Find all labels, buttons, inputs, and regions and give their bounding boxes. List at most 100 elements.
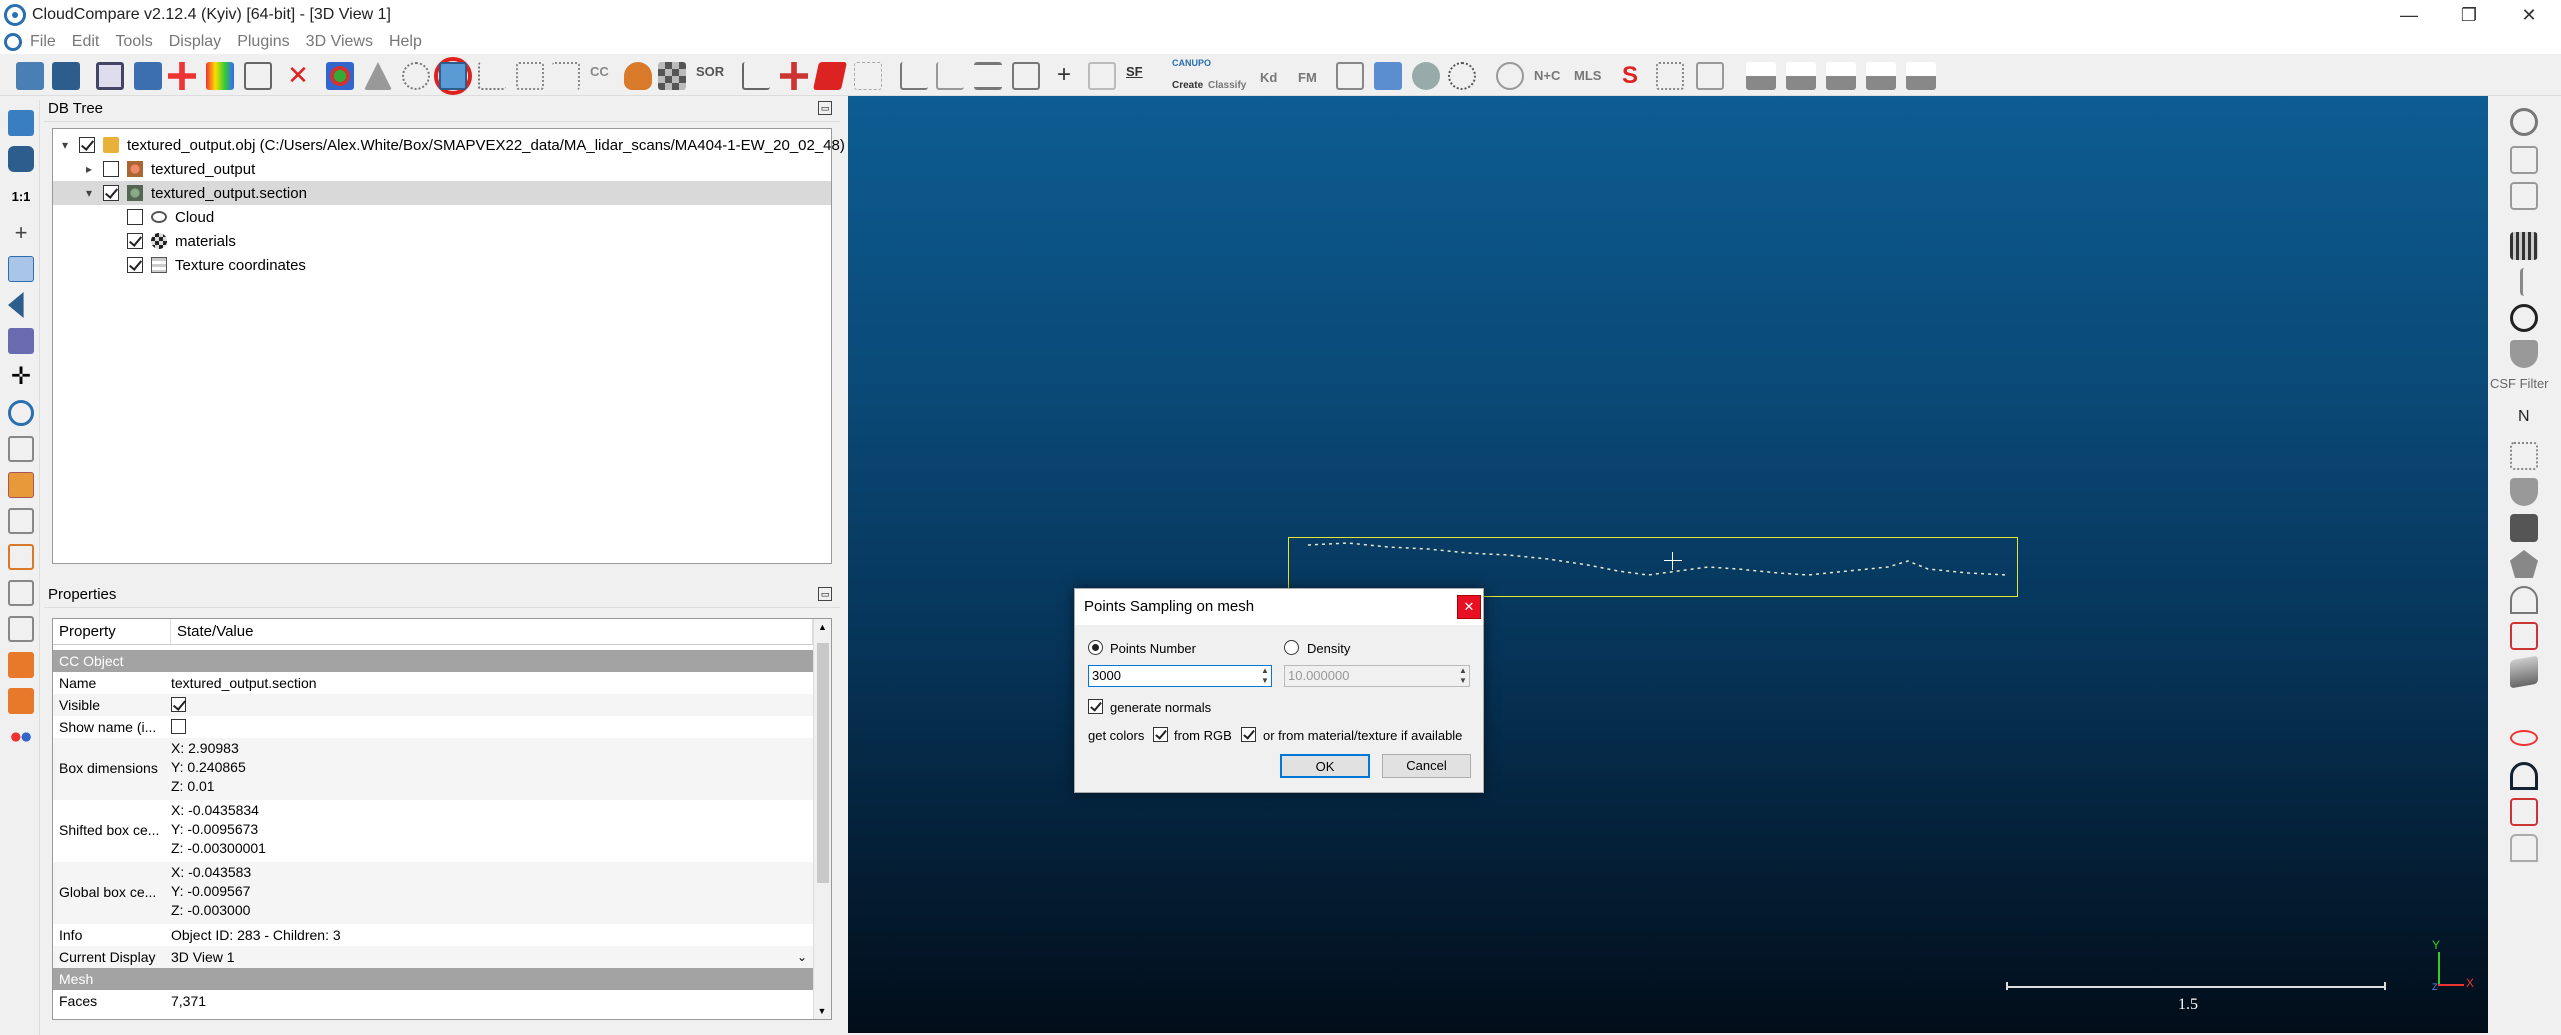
plot-icon[interactable] [936,62,964,90]
generate-normals-checkbox[interactable] [1088,699,1103,714]
sor-label[interactable]: SOR [696,64,724,79]
cloud-cloud-dist-icon[interactable] [552,62,580,90]
subsample-icon[interactable] [244,62,272,90]
view-back-icon[interactable] [8,544,34,570]
sf-label[interactable]: SF [1126,64,1143,79]
properties-scrollbar[interactable]: ▲ ▼ [813,619,831,1019]
plugin-icon-6[interactable] [2510,622,2538,650]
segment-icon[interactable] [742,62,770,90]
histogram-icon[interactable] [900,62,928,90]
move-icon[interactable]: ✛ [8,364,34,390]
cc-label[interactable]: CC [590,64,609,79]
tree-checkbox[interactable] [127,209,143,225]
merge-icon[interactable] [206,62,234,90]
expand-arrow-icon[interactable]: ▾ [83,187,95,199]
from-rgb-label[interactable]: from RGB [1174,728,1232,743]
float-panel-icon[interactable]: ▭ [818,587,832,601]
tree-item-cloud[interactable]: Cloud [127,205,214,229]
points-number-input[interactable]: 3000 ▲ ▼ [1088,665,1272,687]
sphere-icon[interactable] [1412,62,1440,90]
table-icon[interactable] [1012,62,1040,90]
expand-arrow-icon[interactable]: ▸ [83,163,95,175]
scrollbar-thumb[interactable] [817,643,829,883]
perspective-icon[interactable] [8,292,24,318]
show-name-checkbox[interactable] [171,719,186,734]
octree-icon[interactable] [402,62,430,90]
brush-icon[interactable] [2520,268,2530,296]
view-top-icon[interactable] [8,436,34,462]
filter-icon[interactable] [974,62,1002,90]
save-icon[interactable] [52,62,80,90]
auto-pivot-icon[interactable] [8,256,34,282]
camera-icon[interactable] [8,146,34,172]
open-icon[interactable] [16,62,44,90]
tree-checkbox[interactable] [79,137,95,153]
plugin-icon-1[interactable] [2510,146,2538,174]
s-dotted-icon[interactable] [1656,62,1684,90]
north-label[interactable]: N [2518,408,2530,426]
terrain-icon-1[interactable] [1746,62,1776,90]
menu-plugins[interactable]: Plugins [237,33,289,51]
csf-filter-label[interactable]: CSF Filter [2490,376,2549,391]
points-number-label[interactable]: Points Number [1110,641,1196,656]
tree-checkbox[interactable] [127,257,143,273]
menu-display[interactable]: Display [169,33,221,51]
center-icon[interactable]: + [8,220,34,246]
menu-file[interactable]: File [30,33,56,51]
list-icon[interactable] [134,62,162,90]
gear-icon[interactable] [1496,62,1524,90]
chevron-down-icon[interactable]: ⌄ [797,950,807,964]
plugin-icon-4[interactable] [2510,514,2538,542]
scroll-up-icon[interactable]: ▲ [814,619,831,635]
cloud-mesh-dist-icon[interactable] [516,62,544,90]
generate-normals-label[interactable]: generate normals [1110,700,1211,715]
view-right-icon[interactable] [8,580,34,606]
plugin-icon-8[interactable] [2510,834,2538,862]
mls-label[interactable]: MLS [1574,68,1601,83]
shield-icon[interactable] [2510,340,2538,368]
close-button[interactable]: ✕ [2500,0,2558,30]
tree-checkbox[interactable] [103,161,119,177]
canupo-classify-label[interactable]: Classify [1208,80,1246,91]
shield-icon-2[interactable] [2510,478,2538,506]
from-material-checkbox[interactable] [1241,727,1256,742]
tree-item-section[interactable]: ▾ textured_output.section [53,181,831,205]
density-label[interactable]: Density [1307,641,1350,656]
from-rgb-checkbox[interactable] [1153,727,1168,742]
layers-icon[interactable] [2510,655,2538,689]
disabled-icon[interactable] [1088,62,1116,90]
cube-icon[interactable] [8,328,34,354]
delete-icon[interactable]: ✕ [284,62,312,90]
points-number-radio[interactable] [1088,640,1103,655]
hexagon-icon[interactable] [2510,550,2538,578]
tree-checkbox[interactable] [103,185,119,201]
plugin-icon-7[interactable] [2510,798,2538,826]
menu-help[interactable]: Help [389,33,422,51]
3d-view[interactable]: 1.5 Y X Z [848,96,2488,1033]
global-shift-icon[interactable] [96,62,124,90]
kd-label[interactable]: Kd [1260,70,1277,85]
iso-back-icon[interactable] [8,688,34,714]
cross-section-icon[interactable] [813,62,847,90]
print-icon[interactable] [1336,62,1364,90]
tree-item-texture-coordinates[interactable]: Texture coordinates [127,253,306,277]
plugin-icon-3[interactable] [2510,442,2538,470]
compute-distance-icon[interactable] [478,62,506,90]
terrain-icon-2[interactable] [1786,62,1816,90]
zoom-icon[interactable] [8,400,34,426]
spin-arrows-icon[interactable]: ▲ ▼ [1259,666,1271,686]
density-radio[interactable] [1284,640,1299,655]
tree-checkbox[interactable] [127,233,143,249]
terrain-icon-5[interactable] [1906,62,1936,90]
from-material-label[interactable]: or from material/texture if available [1263,728,1462,743]
float-panel-icon[interactable]: ▭ [818,101,832,115]
sample-points-on-mesh-icon[interactable] [439,62,467,90]
image-icon[interactable] [1374,62,1402,90]
n-c-label[interactable]: N+C [1534,68,1560,83]
menu-3d-views[interactable]: 3D Views [306,33,373,51]
view-bottom-icon[interactable] [8,616,34,642]
zoom-1to1-icon[interactable]: 1:1 [8,184,34,210]
point-pick-icon[interactable] [854,62,882,90]
canupo-create-icon[interactable]: CANUPO [1172,58,1211,80]
film-icon[interactable] [2510,232,2538,260]
